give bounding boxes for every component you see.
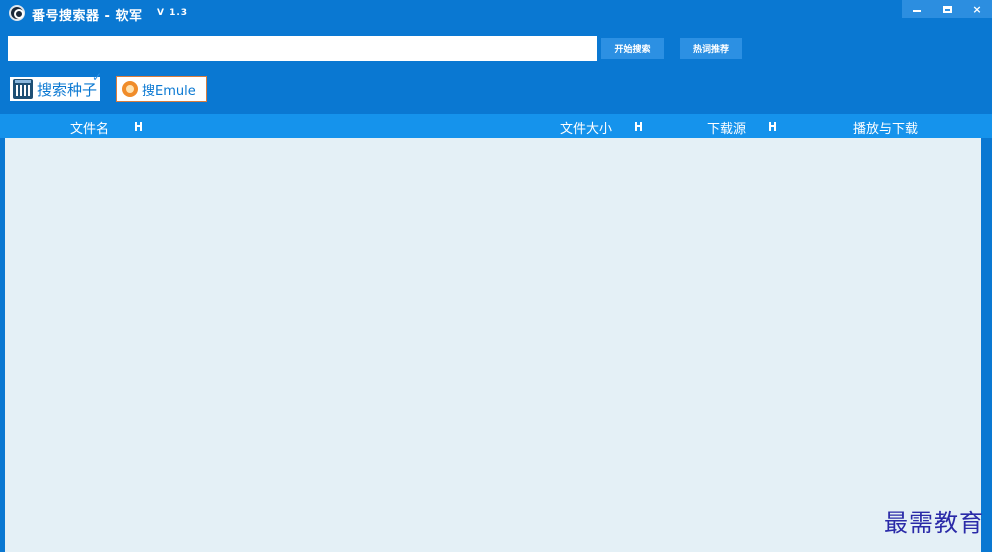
sort-icon[interactable] — [135, 122, 142, 131]
minimize-button[interactable] — [902, 0, 932, 18]
minimize-icon — [913, 9, 921, 12]
app-version: V 1.3 — [157, 8, 189, 18]
results-table-header: 文件名 文件大小 下载源 播放与下载 — [0, 114, 992, 138]
start-search-button[interactable]: 开始搜索 — [601, 38, 664, 59]
maximize-icon — [942, 5, 952, 13]
close-button[interactable]: × — [962, 0, 992, 18]
results-list[interactable] — [5, 138, 981, 552]
magnifier-logo-icon — [9, 5, 25, 21]
search-seed-button[interactable]: 搜索种子 ✓ — [9, 70, 102, 102]
search-emule-label: 搜Emule — [142, 83, 196, 99]
sort-icon[interactable] — [635, 122, 642, 131]
sort-icon[interactable] — [769, 122, 776, 131]
column-header-play-download[interactable]: 播放与下载 — [853, 118, 918, 137]
emule-icon — [122, 81, 138, 97]
column-header-source[interactable]: 下载源 — [707, 118, 746, 137]
search-input[interactable] — [8, 36, 597, 61]
maximize-button[interactable] — [932, 0, 962, 18]
close-icon: × — [972, 2, 982, 16]
column-header-filename[interactable]: 文件名 — [70, 118, 109, 137]
search-emule-button[interactable]: 搜Emule — [116, 76, 207, 102]
seed-icon — [13, 79, 33, 99]
search-seed-label: 搜索种子 — [37, 80, 98, 99]
window-controls: × — [902, 0, 992, 18]
hot-words-button[interactable]: 热词推荐 — [680, 38, 742, 59]
app-title: 番号搜索器 - 软军 — [32, 9, 143, 24]
title-bar[interactable]: 番号搜索器 - 软军 V 1.3 × — [0, 0, 992, 28]
checkmark-icon: ✓ — [91, 70, 102, 84]
watermark: 最需教育 — [884, 509, 984, 537]
column-header-filesize[interactable]: 文件大小 — [560, 118, 612, 137]
